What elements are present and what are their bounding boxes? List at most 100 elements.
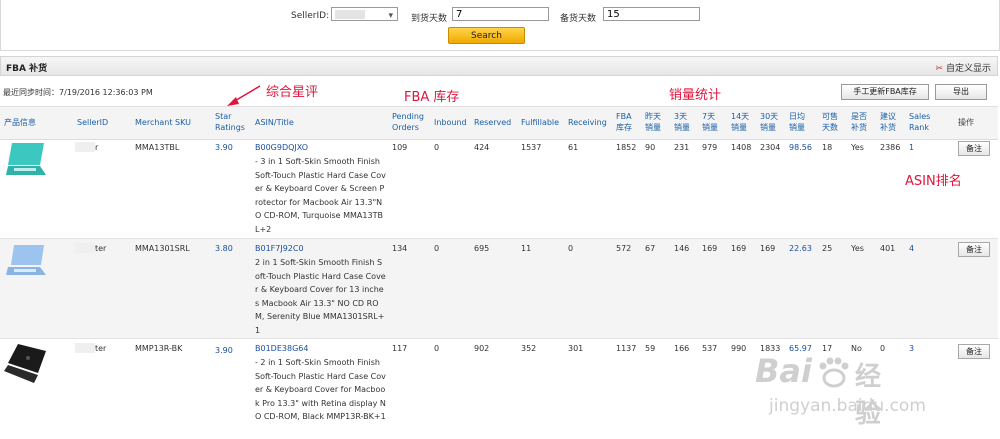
custom-display-link[interactable]: ✂ 自定义显示 [935, 61, 991, 74]
merchant-sku: MMA1301SRL [135, 244, 190, 253]
stock-days-input[interactable]: 15 [603, 7, 700, 21]
sales-7day: 169 [702, 244, 718, 253]
col-d3-line2: 销量 [674, 123, 690, 132]
star-rating[interactable]: 3.80 [215, 243, 233, 255]
need-restock: Yes [851, 143, 864, 152]
seller-id: ter [95, 344, 107, 353]
col-pending-orders[interactable]: Pending Orders [392, 111, 424, 133]
col-fba-line1: FBA [616, 112, 632, 121]
col-d3-line1: 3天 [674, 112, 688, 121]
sales-7day: 537 [702, 344, 718, 353]
sync-time: 最近同步时间：7/19/2016 12:36:03 PM [3, 88, 153, 97]
reserved: 424 [474, 143, 490, 152]
chevron-down-icon: ▾ [388, 11, 393, 21]
product-title: - 2 in 1 Soft-Skin Smooth Finish Soft-To… [255, 358, 386, 421]
col-daily-avg-sales[interactable]: 日均 销量 [789, 111, 805, 133]
product-thumbnail [6, 245, 46, 275]
receiving: 301 [568, 344, 584, 353]
sales-30day: 169 [760, 244, 776, 253]
col-product[interactable]: 产品信息 [4, 117, 36, 128]
note-button[interactable]: 备注 [958, 242, 990, 257]
note-button[interactable]: 备注 [958, 344, 990, 359]
seller-redacted [75, 343, 95, 353]
daily-avg-sales[interactable]: 22.63 [789, 243, 812, 255]
update-fba-button[interactable]: 手工更新FBA库存 [841, 84, 929, 100]
col-sell-line1: 可售 [822, 112, 838, 121]
sales-rank[interactable]: 1 [909, 142, 914, 154]
col-need-restock[interactable]: 是否 补货 [851, 111, 867, 133]
col-14day-sales[interactable]: 14天 销量 [731, 111, 749, 133]
arrival-days-input[interactable]: 7 [452, 7, 549, 21]
asin-link[interactable]: B00G9DQJXO [255, 142, 308, 154]
note-button[interactable]: 备注 [958, 141, 990, 156]
inbound: 0 [434, 143, 440, 152]
reserved: 695 [474, 244, 490, 253]
col-fba-stock[interactable]: FBA 库存 [616, 111, 632, 133]
custom-display-label: 自定义显示 [945, 64, 991, 74]
col-need-line2: 补货 [851, 123, 867, 132]
col-need-line1: 是否 [851, 112, 867, 121]
product-thumbnail [4, 344, 46, 383]
sellable-days: 25 [822, 244, 833, 253]
sales-14day: 169 [731, 244, 747, 253]
search-button[interactable]: Search [448, 27, 525, 44]
seller-id: r [95, 143, 99, 152]
tools-icon: ✂ [935, 64, 943, 74]
col-actions: 操作 [958, 118, 974, 127]
col-reserved[interactable]: Reserved [474, 117, 511, 128]
star-rating[interactable]: 3.90 [215, 345, 233, 357]
col-seller-id[interactable]: SellerID [77, 117, 108, 128]
col-inbound[interactable]: Inbound [434, 117, 467, 128]
col-d30-line1: 30天 [760, 112, 779, 121]
col-merchant-sku[interactable]: Merchant SKU [135, 117, 191, 128]
sellable-days: 18 [822, 143, 833, 152]
col-pending-line2: Orders [392, 123, 419, 132]
export-button[interactable]: 导出 [935, 84, 987, 100]
col-avg-line2: 销量 [789, 123, 805, 132]
sales-3day: 231 [674, 143, 690, 152]
watermark-url: jingyan.baidu.com [769, 396, 926, 416]
col-yesterday-sales[interactable]: 昨天 销量 [645, 111, 661, 133]
fulfillable: 11 [521, 244, 532, 253]
receiving: 61 [568, 143, 579, 152]
col-fba-line2: 库存 [616, 123, 632, 132]
table-row: r MMA13TBL 3.90 B00G9DQJXO - 3 in 1 Soft… [0, 139, 998, 239]
pending-orders: 109 [392, 143, 408, 152]
asin-link[interactable]: B01DE38G64 [255, 343, 308, 355]
fulfillable: 352 [521, 344, 537, 353]
inbound: 0 [434, 244, 440, 253]
col-sellable-days[interactable]: 可售 天数 [822, 111, 838, 133]
col-d7-line1: 7天 [702, 112, 716, 121]
annotation-fba-stock: FBA 库存 [404, 90, 460, 105]
sales-rank[interactable]: 3 [909, 343, 914, 355]
fba-stock: 1137 [616, 344, 637, 353]
col-sell-line2: 天数 [822, 123, 838, 132]
col-rank-line2: Rank [909, 123, 929, 132]
col-asin-title[interactable]: ASIN/Title [255, 117, 294, 128]
col-suggested-restock[interactable]: 建议 补货 [880, 111, 896, 133]
col-sales-rank[interactable]: Sales Rank [909, 111, 930, 133]
yesterday-sales: 90 [645, 143, 656, 152]
annotation-star-rating: 综合星评 [266, 85, 319, 100]
sales-14day: 1408 [731, 143, 752, 152]
merchant-sku: MMP13R-BK [135, 344, 183, 353]
table-row: ter MMA1301SRL 3.80 B01F7J92C0 2 in 1 So… [0, 239, 998, 339]
col-fulfillable[interactable]: Fulfillable [521, 117, 559, 128]
sales-rank[interactable]: 4 [909, 243, 914, 255]
col-star-ratings[interactable]: Star Ratings [215, 111, 245, 133]
col-receiving[interactable]: Receiving [568, 117, 607, 128]
seller-redacted [75, 243, 95, 253]
col-sug-line2: 补货 [880, 123, 896, 132]
col-3day-sales[interactable]: 3天销量 [674, 111, 690, 133]
daily-avg-sales[interactable]: 98.56 [789, 142, 812, 154]
annotation-sales-stats: 销量统计 [669, 88, 722, 103]
sales-30day: 2304 [760, 143, 781, 152]
col-7day-sales[interactable]: 7天 销量 [702, 111, 718, 133]
star-rating[interactable]: 3.90 [215, 142, 233, 154]
sales-3day: 166 [674, 344, 690, 353]
col-d14-line1: 14天 [731, 112, 750, 121]
seller-id-select[interactable]: ▾ [331, 7, 398, 21]
need-restock: No [851, 344, 862, 353]
col-30day-sales[interactable]: 30天 销量 [760, 111, 778, 133]
asin-link[interactable]: B01F7J92C0 [255, 243, 304, 255]
